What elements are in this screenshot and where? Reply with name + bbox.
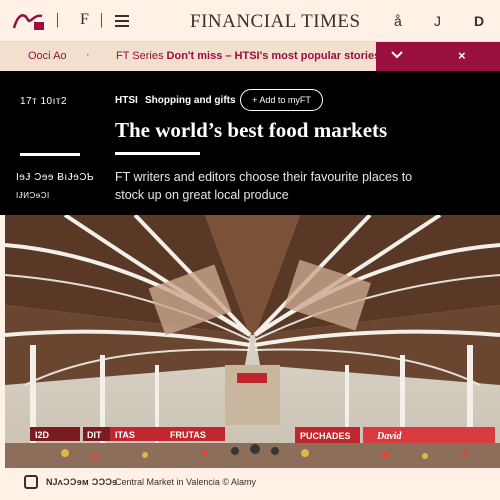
page-title: The world’s best food markets — [115, 118, 388, 142]
d-button[interactable]: D — [474, 13, 484, 29]
byline-secondary: IɈИƆɘƆI — [16, 191, 50, 200]
promo-message[interactable]: FT Series Don't miss – HTSI's most popul… — [116, 50, 380, 62]
promo-bold: Don't miss – HTSI's most popular stories — [166, 50, 381, 62]
user-icon[interactable]: å — [394, 13, 402, 29]
ft-logo-icon[interactable] — [12, 10, 46, 32]
stall-sign: ITAS — [115, 430, 135, 440]
stall-sign: David — [376, 431, 402, 442]
close-icon[interactable]: × — [458, 48, 466, 63]
topic-link[interactable]: Shopping and gifts — [145, 95, 236, 106]
top-navigation-bar: | F | FINANCIAL TIMES å J D — [0, 0, 500, 42]
divider — [20, 153, 80, 156]
nav-segment[interactable]: | — [100, 11, 103, 29]
menu-icon[interactable] — [115, 15, 129, 27]
expand-icon[interactable] — [24, 475, 38, 489]
market-hall-photo: I2D DIT ITAS FRUTAS PUCHADES David — [5, 215, 500, 468]
nav-segment[interactable]: F — [80, 11, 89, 29]
stall-sign: I2D — [35, 430, 50, 440]
stall-sign: FRUTAS — [170, 430, 206, 440]
image-caption: Central Market in Valencia © Alamy — [115, 477, 257, 487]
stall-sign: PUCHADES — [300, 431, 351, 441]
dateline: 17ᴛ 10ıᴛ2 — [20, 96, 68, 107]
promo-left-label[interactable]: Ooci Ao — [28, 50, 67, 62]
j-button[interactable]: J — [434, 13, 441, 29]
stall-sign: DIT — [87, 430, 102, 440]
masthead[interactable]: FINANCIAL TIMES — [190, 11, 361, 33]
section-link[interactable]: HTSI — [115, 95, 138, 106]
divider — [115, 152, 200, 155]
promo-separator: · — [86, 49, 90, 61]
hero-image: I2D DIT ITAS FRUTAS PUCHADES David — [5, 215, 500, 468]
chevron-down-icon[interactable] — [390, 48, 404, 62]
article-hero: 17ᴛ 10ıᴛ2 IɘɈ Ɔɘɘ ɃıɈɘƆƄ IɈИƆɘƆI HTSI Sh… — [0, 71, 500, 215]
promo-cta[interactable]: × — [376, 42, 500, 71]
nav-segment[interactable]: | — [56, 11, 59, 29]
add-to-myft-button[interactable]: + Add to myFT — [240, 89, 323, 111]
image-caption-bar: ǊʌƆƆɘᴍ ƆƆƆɘ Central Market in Valencia ©… — [0, 468, 500, 500]
byline[interactable]: IɘɈ Ɔɘɘ ɃıɈɘƆƄ — [16, 172, 94, 183]
promo-prefix: FT Series — [116, 50, 167, 62]
caption-label: ǊʌƆƆɘᴍ ƆƆƆɘ — [46, 477, 118, 487]
standfirst: FT writers and editors choose their favo… — [115, 170, 413, 202]
